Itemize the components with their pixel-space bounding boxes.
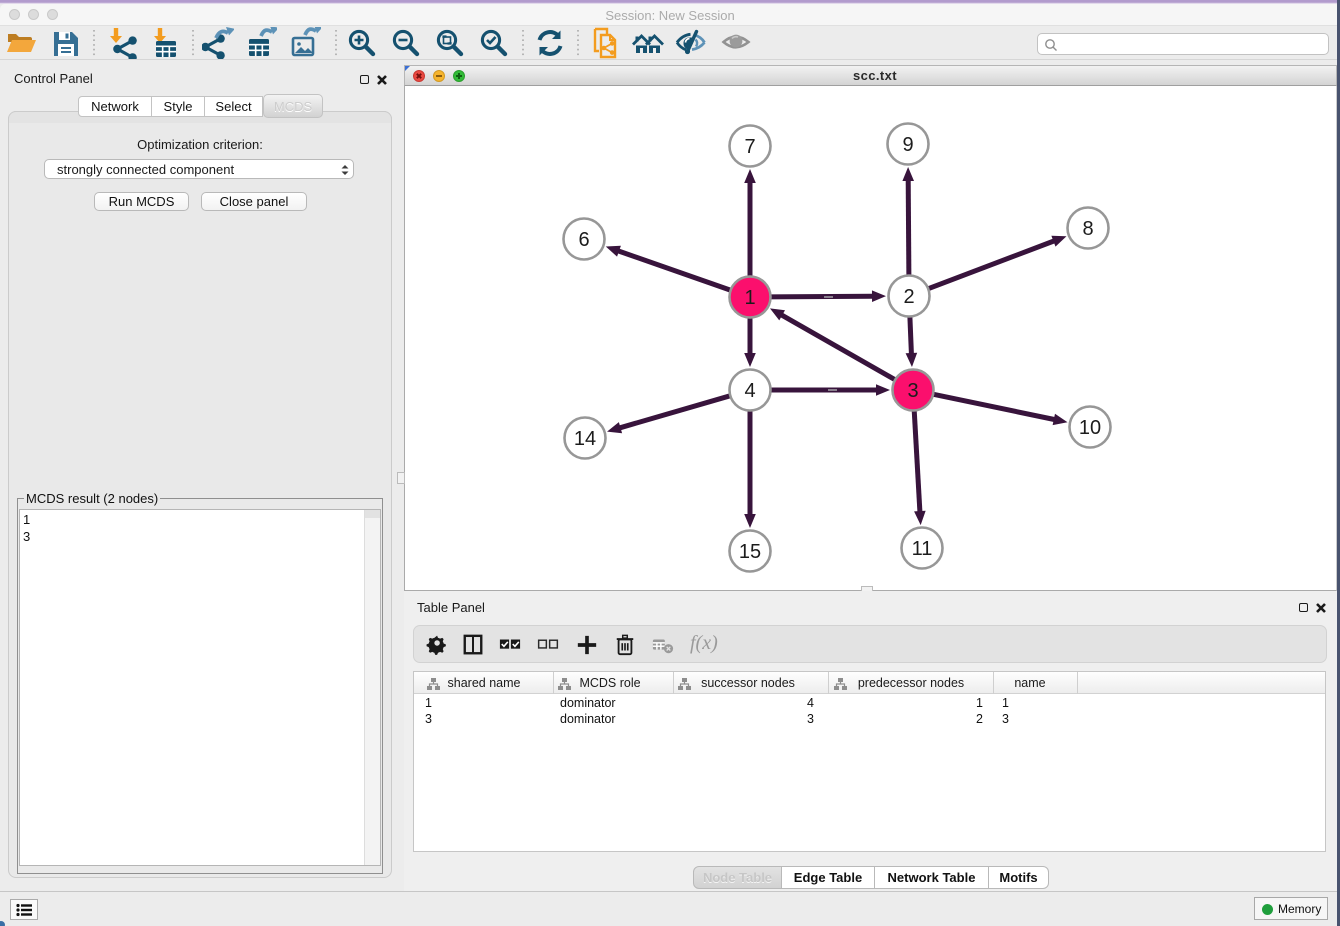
svg-text:11: 11 [912,538,933,560]
svg-text:6: 6 [578,229,589,251]
svg-text:8: 8 [1082,218,1093,240]
svg-text:1: 1 [744,287,755,309]
svg-text:15: 15 [739,541,761,563]
svg-text:4: 4 [744,380,755,402]
svg-text:7: 7 [744,136,755,158]
svg-text:3: 3 [907,380,918,402]
svg-text:10: 10 [1079,417,1101,439]
svg-text:2: 2 [903,286,914,308]
svg-text:9: 9 [902,134,913,156]
svg-text:14: 14 [574,428,596,450]
